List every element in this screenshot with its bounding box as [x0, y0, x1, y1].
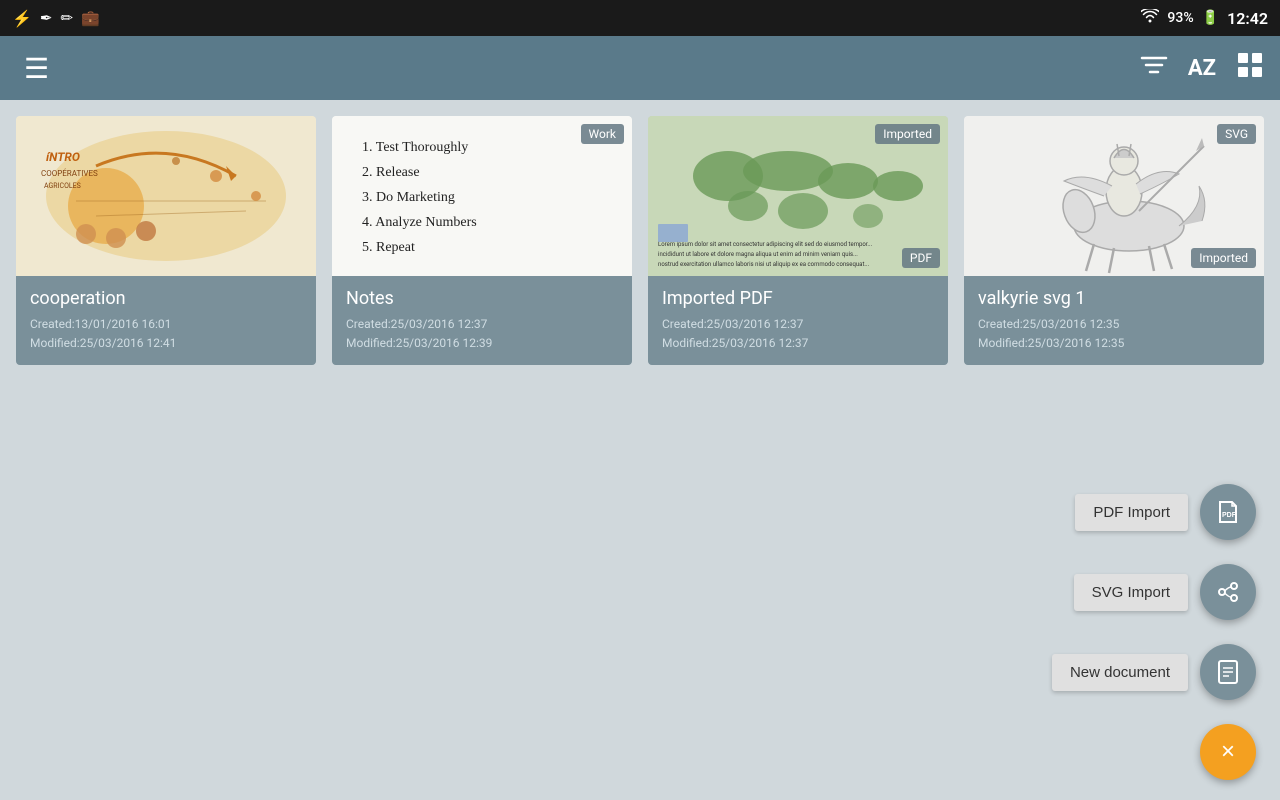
doc-title-notes: Notes: [346, 288, 618, 309]
doc-info-notes: Notes Created:25/03/2016 12:37 Modified:…: [332, 276, 632, 365]
svg-text:4. Analyze Numbers: 4. Analyze Numbers: [362, 215, 477, 230]
toolbar-right: AZ: [1140, 51, 1264, 86]
svg-text:AGRICOLES: AGRICOLES: [44, 182, 81, 190]
sort-az-button[interactable]: AZ: [1188, 56, 1216, 81]
svg-text:nostrud exercitation ullamco l: nostrud exercitation ullamco laboris nis…: [658, 261, 870, 268]
doc-card-imported-pdf[interactable]: Imported PDF Lorem ipsum dolor sit amet …: [648, 116, 948, 365]
doc-title-valkyrie: valkyrie svg 1: [978, 288, 1250, 309]
doc-meta-notes: Created:25/03/2016 12:37 Modified:25/03/…: [346, 315, 618, 353]
doc-thumbnail-imported-pdf: Imported PDF Lorem ipsum dolor sit amet …: [648, 116, 948, 276]
svg-text:PDF: PDF: [1222, 512, 1237, 519]
doc-info-imported-pdf: Imported PDF Created:25/03/2016 12:37 Mo…: [648, 276, 948, 365]
doc-title-imported-pdf: Imported PDF: [662, 288, 934, 309]
status-left-icons: ⚡ ✒ ✏ 💼: [12, 9, 100, 28]
usb-icon: ⚡: [12, 9, 32, 28]
badge-work: Work: [581, 124, 624, 144]
doc-thumbnail-cooperation: íNTRO COOPÉRATIVES AGRICOLES: [16, 116, 316, 276]
clock-time: 12:42: [1227, 9, 1268, 28]
svg-text:5. Repeat: 5. Repeat: [362, 240, 415, 255]
main-content: íNTRO COOPÉRATIVES AGRICOLES: [0, 100, 1280, 800]
doc-meta-imported-pdf: Created:25/03/2016 12:37 Modified:25/03/…: [662, 315, 934, 353]
doc-meta-valkyrie: Created:25/03/2016 12:35 Modified:25/03/…: [978, 315, 1250, 353]
status-bar: ⚡ ✒ ✏ 💼 93% 🔋 12:42: [0, 0, 1280, 36]
svg-import-button[interactable]: SVG Import: [1074, 574, 1188, 611]
pdf-import-fab[interactable]: PDF: [1200, 484, 1256, 540]
fab-close-button[interactable]: ×: [1200, 724, 1256, 780]
doc-info-cooperation: cooperation Created:13/01/2016 16:01 Mod…: [16, 276, 316, 365]
doc-meta-cooperation: Created:13/01/2016 16:01 Modified:25/03/…: [30, 315, 302, 353]
fab-row-svg: SVG Import: [1074, 564, 1256, 620]
doc-card-cooperation[interactable]: íNTRO COOPÉRATIVES AGRICOLES: [16, 116, 316, 365]
doc-info-valkyrie: valkyrie svg 1 Created:25/03/2016 12:35 …: [964, 276, 1264, 365]
status-right-info: 93% 🔋 12:42: [1141, 9, 1268, 28]
pdf-import-button[interactable]: PDF Import: [1075, 494, 1188, 531]
toolbar-left: ☰: [16, 44, 57, 93]
doc-thumbnail-valkyrie: SVG Imported: [964, 116, 1264, 276]
battery-charging-icon: 🔋: [1202, 10, 1219, 26]
badge-imported: Imported: [875, 124, 940, 144]
svg-text:3. Do Marketing: 3. Do Marketing: [362, 190, 455, 205]
doc-thumbnail-notes: Work 1. Test Thoroughly 2. Release 3. Do…: [332, 116, 632, 276]
fab-area: PDF Import PDF SVG Import: [1052, 484, 1256, 780]
filter-button[interactable]: [1140, 53, 1168, 84]
briefcase-icon: 💼: [81, 9, 100, 27]
new-document-fab[interactable]: [1200, 644, 1256, 700]
toolbar: ☰ AZ: [0, 36, 1280, 100]
badge-pdf: PDF: [902, 248, 940, 268]
svg-text:Lorem ipsum dolor sit amet con: Lorem ipsum dolor sit amet consectetur a…: [658, 241, 873, 248]
svg-text:COOPÉRATIVES: COOPÉRATIVES: [41, 169, 98, 178]
svg-text:íNTRO: íNTRO: [46, 150, 80, 164]
svg-text:1. Test Thoroughly: 1. Test Thoroughly: [362, 140, 468, 155]
doc-card-valkyrie[interactable]: SVG Imported: [964, 116, 1264, 365]
badge-imported-svg: Imported: [1191, 248, 1256, 268]
document-grid: íNTRO COOPÉRATIVES AGRICOLES: [16, 116, 1264, 365]
pencil-icon: ✏: [61, 9, 74, 27]
fab-row-close: ×: [1200, 724, 1256, 780]
battery-percent: 93%: [1167, 10, 1193, 26]
grid-view-button[interactable]: [1236, 51, 1264, 86]
badge-svg: SVG: [1217, 124, 1256, 144]
svg-import-fab[interactable]: [1200, 564, 1256, 620]
fab-row-new: New document: [1052, 644, 1256, 700]
doc-title-cooperation: cooperation: [30, 288, 302, 309]
menu-button[interactable]: ☰: [16, 44, 57, 93]
new-document-button[interactable]: New document: [1052, 654, 1188, 691]
pen-tool-icon: ✒: [40, 9, 53, 27]
fab-row-pdf: PDF Import PDF: [1075, 484, 1256, 540]
svg-text:incididunt ut labore et dolore: incididunt ut labore et dolore magna ali…: [658, 251, 858, 258]
doc-card-notes[interactable]: Work 1. Test Thoroughly 2. Release 3. Do…: [332, 116, 632, 365]
wifi-icon: [1141, 9, 1159, 27]
svg-text:2. Release: 2. Release: [362, 165, 420, 180]
